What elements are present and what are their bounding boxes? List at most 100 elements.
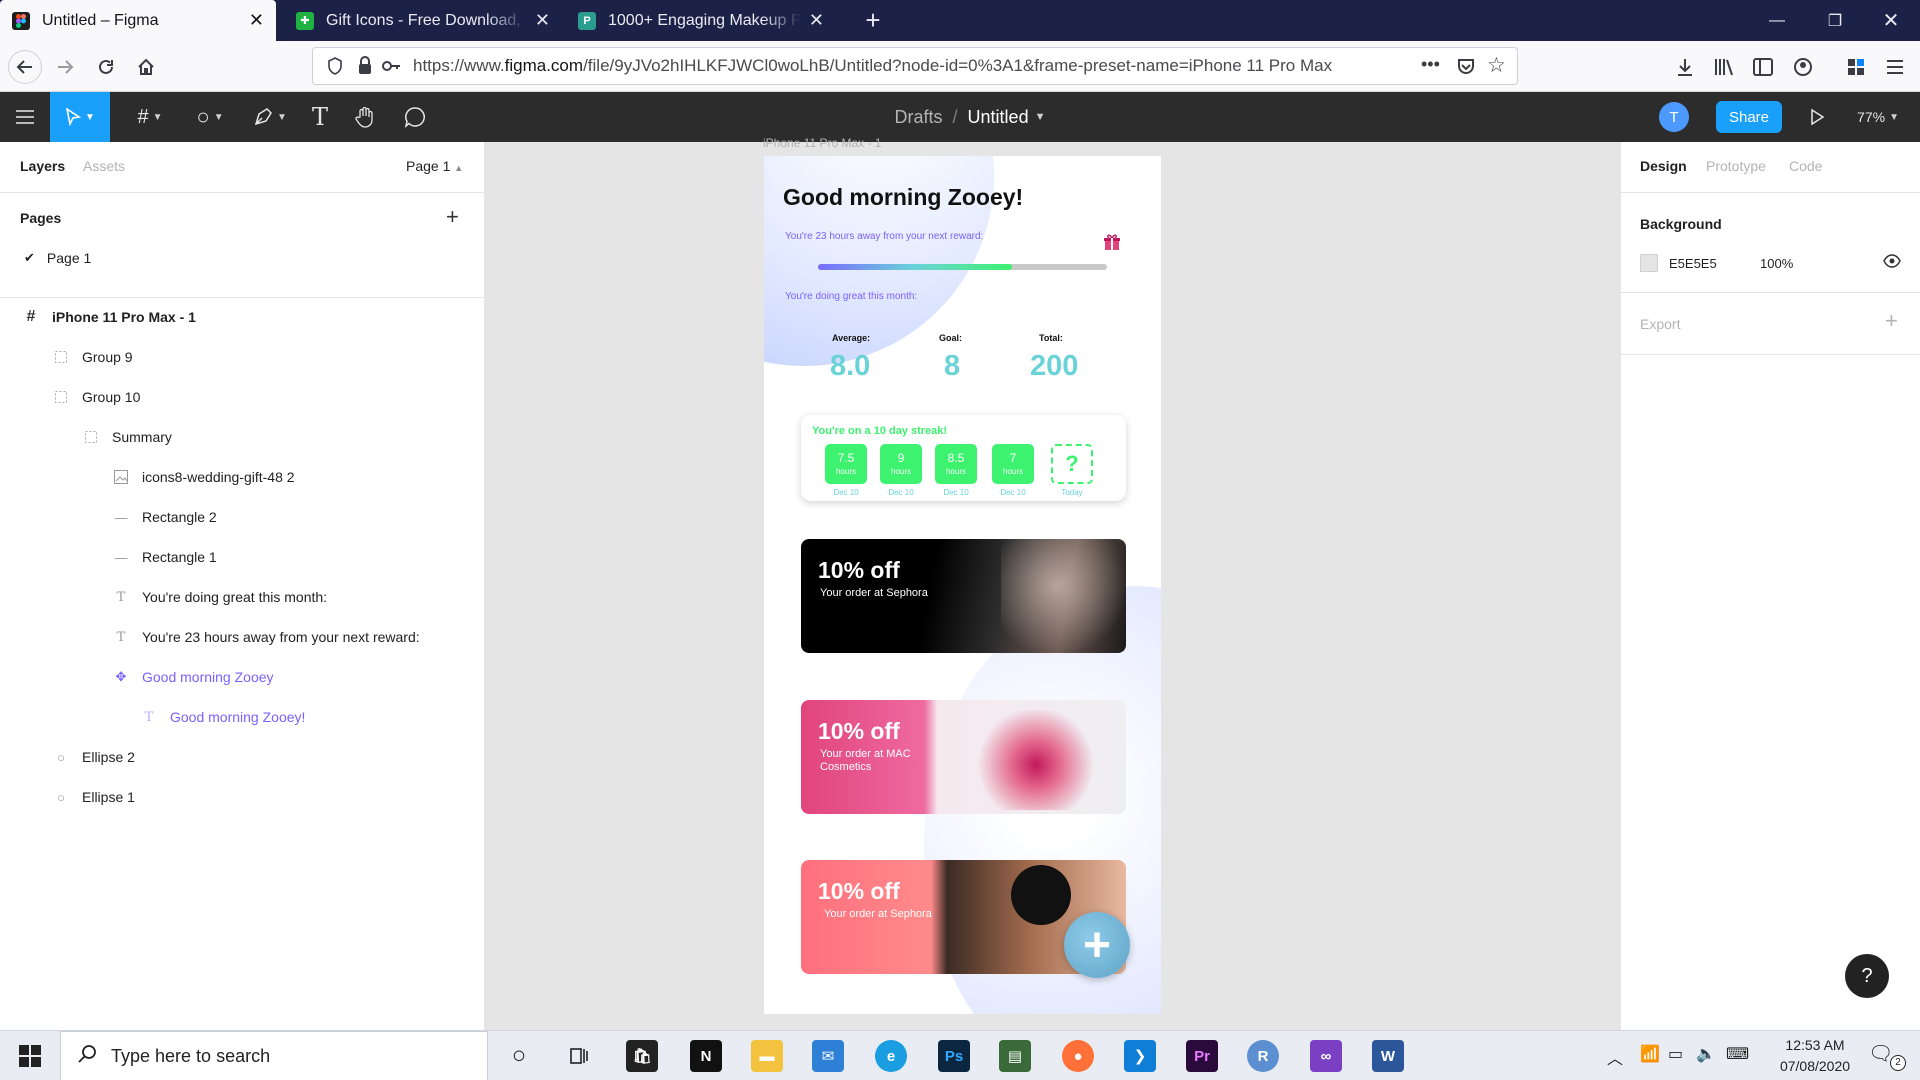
layer-ellipse-1[interactable]: ○ Ellipse 1 (54, 777, 135, 817)
add-page-icon[interactable]: + (446, 204, 459, 230)
coupon-card-sephora-1[interactable]: 10% off Your order at Sephora (801, 539, 1126, 653)
add-export-icon[interactable]: + (1885, 308, 1898, 334)
eye-visibility-icon[interactable] (1883, 254, 1901, 273)
text-icon: T (144, 709, 154, 725)
edge-icon[interactable]: e (875, 1040, 907, 1072)
browser-tab-figma[interactable]: Untitled – Figma ✕ (0, 0, 276, 41)
minimize-window-button[interactable]: — (1748, 0, 1806, 41)
downloads-button[interactable] (1668, 50, 1702, 84)
layer-group-9[interactable]: Group 9 (54, 337, 133, 377)
breadcrumb-drafts[interactable]: Drafts (895, 107, 943, 128)
main-menu-button[interactable] (0, 92, 50, 142)
present-button[interactable] (1800, 92, 1834, 142)
battery-icon[interactable]: ▭ (1668, 1044, 1683, 1064)
winrar-icon[interactable]: ▤ (999, 1040, 1031, 1072)
firefox-icon[interactable]: ● (1062, 1040, 1094, 1072)
hand-tool-button[interactable] (345, 92, 385, 142)
layer-text-doing-great[interactable]: T You're doing great this month: (114, 577, 327, 617)
close-tab-icon[interactable]: ✕ (249, 10, 264, 31)
lock-icon[interactable] (357, 56, 373, 81)
background-color-swatch[interactable] (1640, 254, 1658, 272)
extensions-button[interactable] (1839, 50, 1873, 84)
chevron-up-icon[interactable]: ︿ (1607, 1045, 1623, 1069)
keyboard-icon[interactable]: ⌨ (1726, 1044, 1749, 1064)
layer-group-10[interactable]: Group 10 (54, 377, 140, 417)
action-center-button[interactable]: 🗨 2 (1868, 1041, 1908, 1073)
comment-tool-button[interactable] (395, 92, 435, 142)
chevron-down-icon[interactable]: ▼ (1035, 111, 1046, 123)
restore-window-button[interactable]: ❐ (1806, 0, 1864, 41)
library-button[interactable] (1707, 50, 1741, 84)
layer-text-good-morning[interactable]: T Good morning Zooey! (142, 697, 306, 737)
reload-button[interactable] (89, 50, 123, 84)
file-breadcrumb[interactable]: Drafts / Untitled ▼ (870, 92, 1070, 142)
permissions-key-icon[interactable] (381, 56, 401, 81)
page-selector[interactable]: Page 1 ▲ (406, 158, 463, 174)
browser-tab-gift-icons[interactable]: ✚ Gift Icons - Free Download, PNG ✕ (284, 0, 562, 41)
zoom-menu[interactable]: 77% ▼ (1848, 92, 1908, 142)
layer-summary[interactable]: Summary (84, 417, 172, 457)
gift-icon (1103, 233, 1121, 251)
sidebar-toggle-button[interactable] (1746, 50, 1780, 84)
bookmark-star-icon[interactable]: ☆ (1487, 53, 1506, 78)
layer-rectangle-2[interactable]: — Rectangle 2 (114, 497, 217, 537)
page-item-page-1[interactable]: ✔ Page 1 (24, 238, 91, 278)
tab-assets[interactable]: Assets (83, 158, 125, 174)
back-button[interactable] (8, 50, 42, 84)
help-button[interactable]: ? (1845, 954, 1889, 998)
tab-code[interactable]: Code (1789, 158, 1822, 174)
pocket-icon[interactable] (1456, 56, 1476, 81)
volume-icon[interactable]: 🔈 (1696, 1044, 1716, 1064)
address-bar[interactable]: https://www.figma.com/file/9yJVo2hIHLKFJ… (312, 47, 1518, 85)
pen-tool-button[interactable]: ▼ (240, 92, 300, 142)
close-tab-icon[interactable]: ✕ (535, 10, 550, 31)
home-button[interactable] (129, 50, 163, 84)
notion-icon[interactable]: N (690, 1040, 722, 1072)
browser-tab-makeup-photos[interactable]: P 1000+ Engaging Makeup Photos ✕ (566, 0, 836, 41)
photoshop-icon[interactable]: Ps (938, 1040, 970, 1072)
close-window-button[interactable]: ✕ (1862, 0, 1920, 41)
network-icon[interactable]: 📶 (1640, 1044, 1660, 1064)
add-fab-button[interactable]: + (1064, 912, 1130, 978)
page-actions-menu-icon[interactable]: ••• (1421, 54, 1440, 75)
app-menu-button[interactable] (1878, 50, 1912, 84)
system-clock[interactable]: 12:53 AM 07/08/2020 (1760, 1035, 1870, 1077)
coupon-card-mac[interactable]: 10% off Your order at MAC Cosmetics (801, 700, 1126, 814)
layer-text-hours-away[interactable]: T You're 23 hours away from your next re… (114, 617, 420, 657)
move-tool-button[interactable]: ▼ (50, 92, 110, 142)
task-view-icon[interactable] (563, 1040, 595, 1072)
background-opacity-input[interactable]: 100% (1760, 256, 1793, 271)
layer-ellipse-2[interactable]: ○ Ellipse 2 (54, 737, 135, 777)
tab-design[interactable]: Design (1640, 158, 1687, 174)
taskbar-search-box[interactable]: Type here to search (60, 1031, 488, 1080)
shield-icon[interactable] (327, 57, 343, 80)
account-button[interactable] (1786, 50, 1820, 84)
new-tab-button[interactable]: + (844, 0, 902, 41)
cortana-icon[interactable]: ○ (503, 1040, 535, 1072)
avatar[interactable]: T (1659, 102, 1689, 132)
premiere-icon[interactable]: Pr (1186, 1040, 1218, 1072)
tab-layers[interactable]: Layers (20, 158, 65, 174)
layer-rectangle-1[interactable]: — Rectangle 1 (114, 537, 217, 577)
frame-label[interactable]: iPhone 11 Pro Max - 1 (763, 136, 882, 150)
vscode-icon[interactable]: ❯ (1124, 1040, 1156, 1072)
word-icon[interactable]: W (1372, 1040, 1404, 1072)
close-tab-icon[interactable]: ✕ (809, 10, 824, 31)
shape-tool-button[interactable]: ○ ▼ (180, 92, 240, 142)
mail-icon[interactable]: ✉ (812, 1040, 844, 1072)
r-studio-icon[interactable]: R (1247, 1040, 1279, 1072)
visual-studio-icon[interactable]: ∞ (1310, 1040, 1342, 1072)
background-hex-input[interactable]: E5E5E5 (1669, 256, 1717, 271)
store-icon[interactable]: 🛍 (626, 1040, 658, 1072)
text-tool-button[interactable]: T (300, 92, 340, 142)
forward-button[interactable] (48, 50, 82, 84)
file-explorer-icon[interactable]: ▬ (751, 1040, 783, 1072)
frame-tool-button[interactable]: # ▼ (120, 92, 180, 142)
windows-start-icon[interactable] (14, 1040, 46, 1072)
layer-component-good-morning[interactable]: ✥ Good morning Zooey (114, 657, 274, 697)
share-button[interactable]: Share (1716, 101, 1782, 133)
file-name[interactable]: Untitled (968, 107, 1029, 128)
tab-prototype[interactable]: Prototype (1706, 158, 1766, 174)
layer-gift-image[interactable]: icons8-wedding-gift-48 2 (114, 457, 295, 497)
layer-iphone-frame[interactable]: # iPhone 11 Pro Max - 1 (24, 297, 196, 337)
